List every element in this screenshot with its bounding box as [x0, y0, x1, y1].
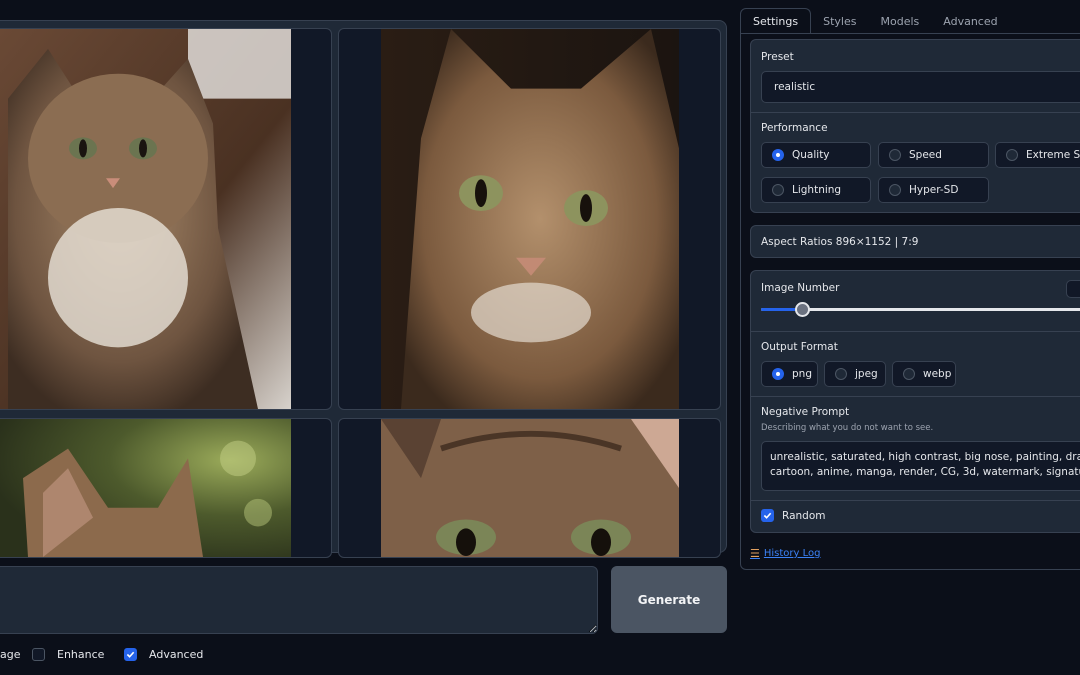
radio-label: png	[792, 368, 812, 380]
preset-label: Preset	[761, 51, 794, 63]
divider	[751, 112, 1080, 113]
performance-label: Performance	[761, 122, 828, 134]
random-checkbox[interactable]	[761, 509, 774, 522]
history-log-label: History Log	[763, 548, 821, 559]
cat-image-1[interactable]	[0, 29, 291, 409]
preset-value: realistic	[774, 81, 816, 93]
cat-image-2[interactable]	[381, 29, 679, 409]
aspect-ratios-label: Aspect Ratios 896×1152 | 7:9	[761, 236, 919, 248]
negative-prompt-label: Negative Prompt	[761, 406, 850, 418]
image-number-slider[interactable]	[761, 302, 1080, 317]
slider-thumb[interactable]	[794, 302, 810, 317]
radio-icon	[772, 184, 784, 196]
gallery-tile-2[interactable]	[338, 28, 721, 410]
radio-label: Extreme Spe	[1026, 149, 1080, 161]
output-png-radio[interactable]: png	[761, 361, 818, 387]
negative-prompt-line-1: unrealistic, saturated, high contrast, b…	[770, 451, 1080, 463]
radio-selected-icon	[772, 368, 784, 380]
output-format-label: Output Format	[761, 341, 838, 353]
tab-advanced[interactable]: Advanced	[931, 8, 1009, 34]
output-webp-radio[interactable]: webp	[892, 361, 956, 387]
performance-quality-radio[interactable]: Quality	[761, 142, 871, 168]
check-icon	[126, 651, 135, 658]
image-gallery	[0, 20, 727, 558]
negative-prompt-hint: Describing what you do not want to see.	[761, 423, 934, 433]
performance-lightning-radio[interactable]: Lightning	[761, 177, 871, 203]
performance-extreme-speed-radio[interactable]: Extreme Spe	[995, 142, 1080, 168]
radio-label: Speed	[909, 149, 942, 161]
random-option[interactable]: Random	[761, 509, 825, 522]
preset-select[interactable]: realistic	[761, 71, 1080, 103]
gallery-tile-3[interactable]	[0, 418, 332, 558]
enhance-option[interactable]: Enhance	[32, 648, 104, 661]
radio-icon	[889, 184, 901, 196]
advanced-checkbox[interactable]	[124, 648, 137, 661]
radio-label: Lightning	[792, 184, 842, 196]
negative-prompt-input[interactable]: unrealistic, saturated, high contrast, b…	[761, 441, 1080, 491]
check-icon	[763, 512, 772, 519]
history-log-link[interactable]: ☰ History Log	[750, 547, 821, 560]
cat-image-4[interactable]	[381, 419, 679, 557]
tab-settings[interactable]: Settings	[740, 8, 812, 34]
image-prompt-label: age	[0, 648, 21, 661]
radio-label: Quality	[792, 149, 830, 161]
image-settings-card: Image Number Output Format png jpeg webp…	[750, 270, 1080, 533]
gallery-tile-4[interactable]	[338, 418, 721, 558]
settings-tabs: Settings Styles Models Advanced	[740, 8, 1010, 34]
books-icon: ☰	[750, 547, 760, 560]
divider	[751, 331, 1080, 332]
advanced-label: Advanced	[149, 648, 204, 661]
image-number-input[interactable]	[1066, 280, 1080, 298]
radio-label: Hyper-SD	[909, 184, 959, 196]
radio-label: jpeg	[855, 368, 878, 380]
divider	[751, 396, 1080, 397]
prompt-input[interactable]	[0, 566, 598, 634]
radio-icon	[835, 368, 847, 380]
tab-models[interactable]: Models	[869, 8, 932, 34]
output-jpeg-radio[interactable]: jpeg	[824, 361, 886, 387]
generate-button[interactable]: Generate	[611, 566, 727, 633]
image-number-label: Image Number	[761, 282, 840, 294]
divider	[751, 500, 1080, 501]
radio-icon	[1006, 149, 1018, 161]
performance-hyper-sd-radio[interactable]: Hyper-SD	[878, 177, 989, 203]
gallery-tile-1[interactable]	[0, 28, 332, 410]
image-prompt-option[interactable]: age	[0, 648, 21, 661]
preset-performance-card: Preset realistic Performance Quality Spe…	[750, 39, 1080, 213]
tab-styles[interactable]: Styles	[811, 8, 868, 34]
aspect-ratios-accordion[interactable]: Aspect Ratios 896×1152 | 7:9	[750, 225, 1080, 258]
advanced-option[interactable]: Advanced	[124, 648, 203, 661]
enhance-checkbox[interactable]	[32, 648, 45, 661]
radio-label: webp	[923, 368, 952, 380]
app-root: Generate age Enhance Advanced Settings S…	[0, 0, 1080, 675]
radio-selected-icon	[772, 149, 784, 161]
enhance-label: Enhance	[57, 648, 105, 661]
radio-icon	[903, 368, 915, 380]
random-label: Random	[782, 509, 826, 522]
radio-icon	[889, 149, 901, 161]
cat-image-3[interactable]	[0, 419, 291, 557]
negative-prompt-line-2: cartoon, anime, manga, render, CG, 3d, w…	[770, 466, 1080, 478]
performance-speed-radio[interactable]: Speed	[878, 142, 989, 168]
